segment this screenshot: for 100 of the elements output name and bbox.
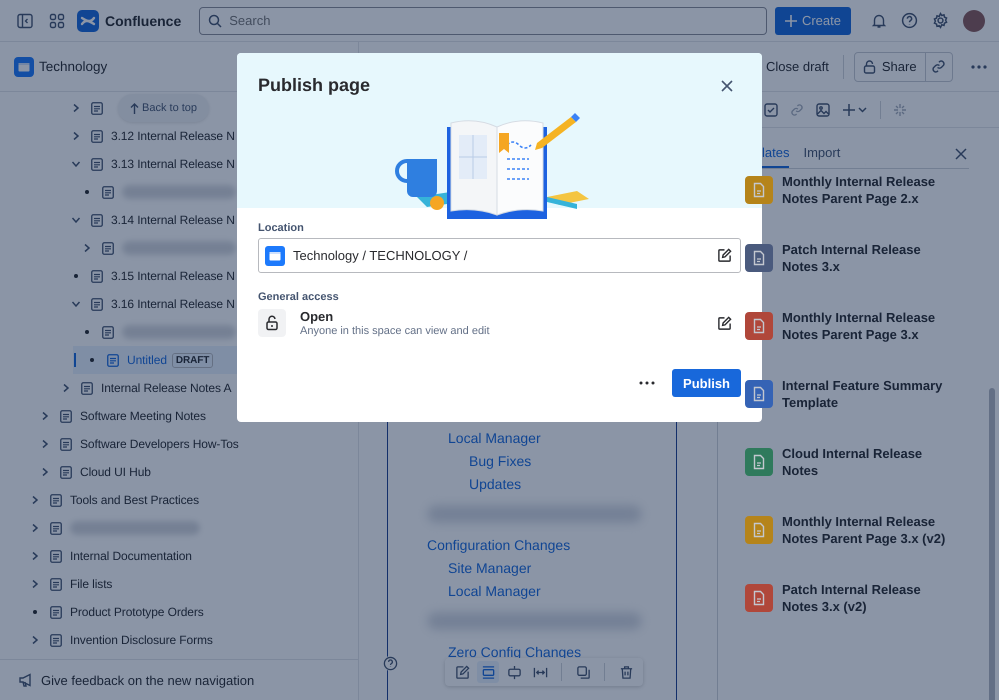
edit-icon[interactable] xyxy=(717,316,732,330)
space-name[interactable]: Technology xyxy=(39,59,108,74)
chevron-icon[interactable] xyxy=(71,131,81,141)
tree-item-label[interactable]: 3.14 Internal Release N xyxy=(111,213,235,227)
tree-item-label[interactable]: Untitled xyxy=(127,353,167,367)
template-title[interactable]: Monthly Internal Release Notes Parent Page 3.x xyxy=(782,309,957,343)
publish-button[interactable]: Publish xyxy=(672,369,741,397)
tree-item-label[interactable]: Software Meeting Notes xyxy=(80,409,206,423)
chevron-icon[interactable] xyxy=(71,215,81,225)
heading-link[interactable]: Configuration Changes xyxy=(427,536,570,552)
folder-icon xyxy=(14,56,34,76)
panel-tab[interactable]: Import xyxy=(803,145,840,168)
template-icon[interactable] xyxy=(745,380,773,408)
draft-badge: DRAFT xyxy=(172,352,214,368)
more-icon[interactable] xyxy=(639,381,656,385)
close-icon[interactable] xyxy=(721,80,733,92)
bullet-icon xyxy=(85,190,89,194)
chevron-icon[interactable] xyxy=(82,243,92,253)
heading-link[interactable]: Local Manager xyxy=(448,582,541,598)
page-icon xyxy=(91,214,103,226)
insert-caret-icon[interactable] xyxy=(842,102,868,116)
search-field[interactable]: Search xyxy=(199,6,767,34)
chevron-icon[interactable] xyxy=(71,103,81,113)
field-label: General access xyxy=(258,291,340,303)
heading-link[interactable]: Site Manager xyxy=(448,560,532,576)
tree-item-label[interactable]: Cloud UI Hub xyxy=(80,465,151,479)
tree-item[interactable]: 3.15 Internal Release N xyxy=(0,262,235,290)
tree-item-label[interactable]: Software Developers How-Tos xyxy=(80,437,239,451)
tree-item-label[interactable]: Internal Release Notes A xyxy=(101,381,232,395)
heading-link[interactable]: Zero Config Changes xyxy=(448,644,582,660)
chevron-icon[interactable] xyxy=(40,439,50,449)
close-draft-button[interactable]: Close draft xyxy=(762,53,833,80)
tree-item[interactable]: 3.12 Internal Release N xyxy=(0,122,235,150)
template-icon[interactable] xyxy=(745,448,773,476)
tree-item[interactable]: Invention Disclosure Forms xyxy=(0,626,213,654)
tree-item-label[interactable]: 3.12 Internal Release N xyxy=(111,129,235,143)
back-to-top-button[interactable]: Back to top xyxy=(118,94,210,122)
tree-item-label[interactable]: Tools and Best Practices xyxy=(70,493,199,507)
apps-grid-icon[interactable] xyxy=(49,12,65,28)
location-field[interactable]: Technology / TECHNOLOGY / xyxy=(258,238,741,273)
tree-item[interactable]: 3.16 Internal Release N xyxy=(0,290,235,318)
tree-item[interactable]: Untitled DRAFT xyxy=(73,346,237,374)
page-icon xyxy=(60,438,72,450)
tree-item-label[interactable]: 3.16 Internal Release N xyxy=(111,297,235,311)
tree-item[interactable]: Internal Documentation xyxy=(0,542,192,570)
template-title[interactable]: Cloud Internal Release Notes xyxy=(782,445,957,479)
chevron-icon[interactable] xyxy=(30,579,40,589)
tree-item-label[interactable]: File lists xyxy=(70,577,112,591)
notification-bell-icon[interactable] xyxy=(871,12,887,28)
template-title[interactable]: Patch Internal Release Notes 3.x xyxy=(782,241,957,275)
heading-link[interactable]: Bug Fixes xyxy=(469,452,532,468)
tree-item[interactable]: Software Developers How-Tos xyxy=(0,430,239,458)
feedback-link[interactable]: Give feedback on the new navigation xyxy=(41,672,254,688)
tree-item[interactable]: Tools and Best Practices xyxy=(0,486,199,514)
avatar[interactable] xyxy=(963,10,985,32)
chevron-icon[interactable] xyxy=(40,467,50,477)
page-icon xyxy=(50,578,62,590)
logo-icon[interactable] xyxy=(77,10,99,32)
chevron-icon[interactable] xyxy=(71,299,81,309)
chevron-icon[interactable] xyxy=(30,635,40,645)
help-icon[interactable] xyxy=(901,12,918,29)
tree-item-label[interactable]: Invention Disclosure Forms xyxy=(70,633,213,647)
tree-item-label[interactable]: 3.13 Internal Release N xyxy=(111,157,235,171)
heading-link[interactable]: Local Manager xyxy=(448,430,541,446)
help-icon[interactable] xyxy=(383,656,398,671)
tree-item[interactable]: Software Meeting Notes xyxy=(0,402,206,430)
template-title[interactable]: Internal Feature Summary Template xyxy=(782,377,957,411)
chevron-icon[interactable] xyxy=(30,551,40,561)
tree-item[interactable]: Internal Release Notes A xyxy=(0,374,232,402)
sidebar-toggle-icon[interactable] xyxy=(17,12,33,28)
tree-item[interactable]: Cloud UI Hub xyxy=(0,458,151,486)
create-button[interactable]: Create xyxy=(774,6,851,34)
chevron-icon[interactable] xyxy=(61,383,71,393)
close-icon[interactable] xyxy=(955,148,967,160)
template-icon[interactable] xyxy=(745,312,773,340)
chevron-icon[interactable] xyxy=(71,159,81,169)
tree-item-label[interactable]: Product Prototype Orders xyxy=(70,605,204,619)
image-icon[interactable] xyxy=(816,102,830,116)
template-title[interactable]: Patch Internal Release Notes 3.x (v2) xyxy=(782,581,957,615)
template-title[interactable]: Monthly Internal Release Notes Parent Page 3.x (v2) xyxy=(782,513,957,547)
bullet-icon xyxy=(74,274,78,278)
tree-item[interactable]: 3.14 Internal Release N xyxy=(0,206,235,234)
checkbox-icon[interactable] xyxy=(764,102,778,116)
tree-item-label[interactable]: 3.15 Internal Release N xyxy=(111,269,235,283)
chevron-icon[interactable] xyxy=(30,495,40,505)
template-title[interactable]: Monthly Internal Release Notes Parent Page 2.x xyxy=(782,173,957,207)
tree-item-label[interactable]: Internal Documentation xyxy=(70,549,192,563)
layout-button[interactable] xyxy=(477,661,499,683)
product-name[interactable]: Confluence xyxy=(105,12,182,28)
template-icon[interactable] xyxy=(745,244,773,272)
template-icon[interactable] xyxy=(745,584,773,612)
scrollbar[interactable] xyxy=(989,388,995,700)
tree-item[interactable]: Product Prototype Orders xyxy=(0,598,204,626)
tree-item[interactable]: 3.13 Internal Release N xyxy=(0,150,235,178)
tree-item[interactable]: File lists xyxy=(0,570,112,598)
chevron-icon[interactable] xyxy=(40,411,50,421)
edit-icon[interactable] xyxy=(717,248,732,263)
settings-icon[interactable] xyxy=(932,12,949,29)
chevron-icon[interactable] xyxy=(30,523,40,533)
heading-link[interactable]: Updates xyxy=(469,476,522,492)
